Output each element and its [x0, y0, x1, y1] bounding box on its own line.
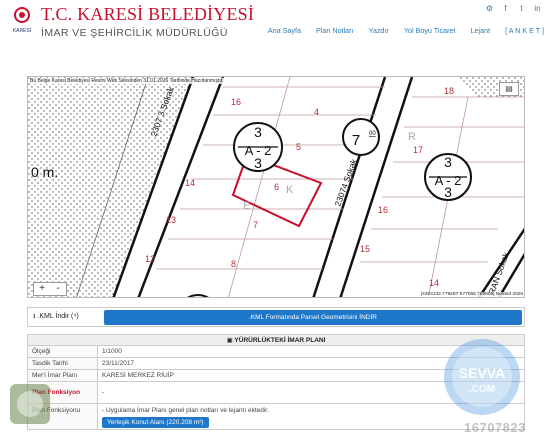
map-disclaimer: Bu Belge Karesi Belediyesi Resmi Web Sit… — [30, 78, 224, 84]
watermark-domain: .COM — [469, 384, 495, 395]
row-value: 23/11/2017 — [102, 360, 135, 367]
kml-label: ⭳ .KML İndir (⁴) — [33, 313, 79, 320]
nav-road-commerce[interactable]: Yol Boyu Ticaret — [404, 26, 456, 35]
brand-title[interactable]: T.C. KARESİ BELEDİYESİ — [41, 4, 254, 25]
parcel-number: 17 — [413, 145, 423, 155]
zoom-in-button[interactable]: + — [34, 283, 50, 295]
row-key: Ölçeği — [28, 346, 98, 357]
symbol-label: 7 — [352, 132, 360, 149]
nav-survey[interactable]: [ A N K E T ] — [505, 26, 544, 35]
twitter-icon[interactable]: t — [517, 4, 526, 13]
symbol-floor: 3 — [254, 155, 262, 171]
parcel-number: 14 — [429, 278, 439, 288]
parcel-number: 7 — [253, 220, 258, 230]
parcel-map[interactable]: 16 4 18 15 5 17 14 6 16 13 7 15 12 8 14 … — [27, 76, 525, 298]
parcel-number: 8 — [231, 259, 236, 269]
map-canvas[interactable]: 16 4 18 15 5 17 14 6 16 13 7 15 12 8 14 … — [28, 77, 525, 298]
road-letter: K — [286, 184, 294, 196]
watermark-brand: SEVVA — [459, 365, 505, 381]
watermark-code: 16707823 — [464, 420, 526, 435]
zoom-control: + - — [33, 282, 67, 296]
symbol-floor: 3 — [444, 184, 452, 200]
site-header: KARESİ T.C. KARESİ BELEDİYESİ İMAR VE ŞE… — [0, 0, 552, 62]
agency-watermark-icon — [10, 384, 50, 424]
parcel-number: 5 — [296, 142, 301, 152]
parcel-number: 4 — [314, 107, 319, 117]
parcel-number: 16 — [378, 205, 388, 215]
row-value: - — [102, 389, 105, 396]
distance-label: 0 m. — [31, 164, 58, 180]
nav-home[interactable]: Ana Sayfa — [268, 26, 301, 35]
row-value: 1/1000 — [102, 348, 122, 355]
settings-icon[interactable]: ⚙ — [485, 4, 494, 13]
parcel-number: 14 — [185, 178, 195, 188]
parcel-number: 15 — [360, 244, 370, 254]
road-line — [339, 77, 414, 297]
zone-area-button[interactable]: Yerleşik Konut Alanı (220.208 m²) — [102, 417, 209, 428]
row-value: KARESİ MERKEZ RİUİP — [102, 372, 174, 379]
zoning-symbol-3: 3 A - 2 3 — [424, 153, 472, 201]
road-letter: R — [408, 131, 416, 143]
dotted-zone — [28, 77, 193, 297]
layers-icon[interactable]: ▤ — [499, 82, 519, 96]
kml-download-row: ⭳ .KML İndir (⁴) .KML Formatında Parsel … — [27, 307, 525, 327]
row-key: Mer'i İmar Planı — [28, 370, 98, 381]
street-label: RAN Sokak — [486, 250, 511, 295]
karesi-logo-icon[interactable]: KARESİ — [10, 6, 34, 36]
zoning-symbol-1: 3 A - 2 3 — [233, 122, 283, 172]
main-nav: Ana Sayfa Plan Notları Yazdır Yol Boyu T… — [268, 26, 544, 35]
road-letter: E — [243, 200, 250, 212]
parcel-number: 16 — [231, 97, 241, 107]
parcel-number: 18 — [444, 86, 454, 96]
logo-text: KARESİ — [13, 27, 31, 34]
nav-plan-notes[interactable]: Plan Notları — [316, 26, 354, 35]
sevva-watermark: SEVVA .COM — [444, 339, 520, 415]
parcel-number: 6 — [274, 182, 279, 192]
parcel-number: 13 — [166, 215, 176, 225]
symbol-label: 00 — [369, 131, 376, 137]
coordinate-readout: [4393132.779287-577066.769806] Nested 20… — [420, 292, 523, 297]
row-value: - Uygulama İmar Planı genel plan notları… — [102, 407, 269, 414]
zoom-out-button[interactable]: - — [50, 283, 66, 295]
row-key: Tasdik Tarihi — [28, 358, 98, 369]
zoning-symbol-2: 7 00 — [342, 118, 380, 156]
symbol-floor: 3 — [254, 124, 262, 140]
kml-download-button[interactable]: .KML Formatında Parsel Geometrisini İNDİ… — [104, 310, 522, 325]
brand-subtitle: İMAR VE ŞEHİRCİLİK MÜDÜRLÜĞÜ — [41, 27, 228, 39]
nav-legend[interactable]: Lejant — [471, 26, 491, 35]
facebook-icon[interactable]: f — [501, 4, 510, 13]
nav-print[interactable]: Yazdır — [369, 26, 389, 35]
parcel-number: 12 — [145, 254, 155, 264]
linkedin-icon[interactable]: in — [533, 4, 542, 13]
symbol-floor: 3 — [444, 154, 452, 170]
zoning-symbol-partial — [187, 294, 209, 297]
social-links: ⚙ f t in — [485, 4, 542, 13]
